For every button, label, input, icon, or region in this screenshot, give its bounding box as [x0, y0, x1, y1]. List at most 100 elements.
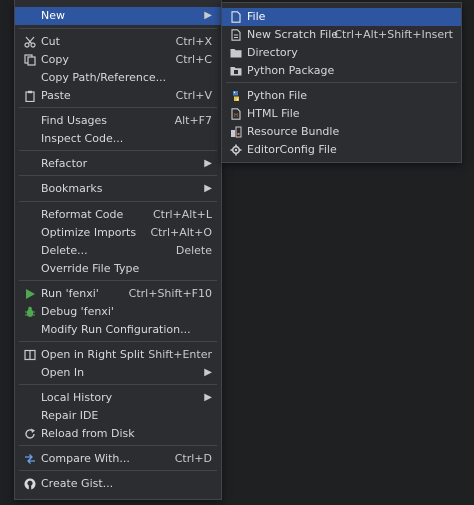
separator — [19, 280, 217, 281]
menu-item-cut[interactable]: Cut Ctrl+X — [15, 33, 221, 51]
submenu-item-python-file[interactable]: Python File — [222, 87, 461, 105]
bug-icon — [25, 306, 35, 317]
submenu-item-directory[interactable]: Directory — [222, 44, 461, 62]
menu-item-debug[interactable]: Debug 'fenxi' — [15, 303, 221, 321]
shortcut-label: Ctrl+Shift+F10 — [128, 287, 212, 300]
menu-item-repair-ide[interactable]: Repair IDE — [15, 407, 221, 425]
resource-bundle-icon — [231, 126, 242, 138]
menu-item-copy-path[interactable]: Copy Path/Reference... — [15, 69, 221, 87]
menu-item-label: Override File Type — [41, 262, 140, 275]
submenu-item-label: New Scratch File — [247, 28, 339, 41]
reload-icon — [25, 428, 35, 439]
submenu-item-label: File — [247, 10, 266, 23]
submenu-item-html-file[interactable]: H HTML File — [222, 105, 461, 123]
shortcut-label: Ctrl+D — [174, 452, 212, 465]
chevron-right-icon: ▶ — [204, 183, 212, 194]
scissors-icon — [24, 36, 36, 48]
separator — [19, 150, 217, 151]
submenu-item-label: Directory — [247, 46, 298, 59]
python-icon — [233, 91, 239, 101]
menu-item-delete[interactable]: Delete... Delete — [15, 242, 221, 260]
menu-item-label: Reformat Code — [41, 208, 124, 221]
menu-item-open-right-split[interactable]: Open in Right Split Shift+Enter — [15, 346, 221, 364]
separator — [19, 470, 217, 471]
shortcut-label: Ctrl+X — [175, 35, 212, 48]
menu-item-label: Compare With... — [41, 452, 130, 465]
menu-item-reload-from-disk[interactable]: Reload from Disk — [15, 425, 221, 443]
menu-item-label: Paste — [41, 89, 71, 102]
menu-item-local-history[interactable]: Local History ▶ — [15, 389, 221, 407]
menu-item-find-usages[interactable]: Find Usages Alt+F7 — [15, 112, 221, 130]
separator — [19, 341, 217, 342]
menu-item-label: Copy Path/Reference... — [41, 71, 167, 84]
svg-text:H: H — [234, 113, 238, 119]
copy-icon — [24, 54, 36, 66]
menu-item-label: Find Usages — [41, 114, 108, 127]
menu-item-bookmarks[interactable]: Bookmarks ▶ — [15, 180, 221, 198]
submenu-item-resource-bundle[interactable]: Resource Bundle — [222, 123, 461, 141]
gear-icon — [230, 144, 242, 156]
chevron-right-icon: ▶ — [204, 10, 212, 21]
menu-item-label: Modify Run Configuration... — [41, 323, 191, 336]
separator — [19, 175, 217, 176]
menu-item-label: Refactor — [41, 157, 88, 170]
submenu-item-label: Python File — [247, 89, 308, 102]
menu-item-label: New — [41, 9, 65, 22]
menu-item-open-in[interactable]: Open In ▶ — [15, 364, 221, 382]
compare-icon — [25, 454, 35, 464]
menu-item-modify-run-config[interactable]: Modify Run Configuration... — [15, 321, 221, 339]
menu-item-override-file-type[interactable]: Override File Type — [15, 260, 221, 278]
menu-item-new[interactable]: New ▶ — [15, 7, 221, 25]
submenu-item-file[interactable]: File — [222, 8, 461, 26]
context-menu: New ▶ Cut Ctrl+X Copy Ctrl+C Copy Path/R… — [14, 0, 222, 500]
menu-item-label: Run 'fenxi' — [41, 287, 99, 300]
split-icon — [24, 349, 36, 361]
submenu-item-label: Resource Bundle — [247, 125, 340, 138]
package-folder-icon — [230, 67, 242, 76]
shortcut-label: Ctrl+Alt+L — [152, 208, 212, 221]
html-file-icon: H — [231, 108, 241, 120]
menu-item-compare-with[interactable]: Compare With... Ctrl+D — [15, 450, 221, 468]
menu-item-inspect-code[interactable]: Inspect Code... — [15, 130, 221, 148]
chevron-right-icon: ▶ — [204, 367, 212, 378]
menu-item-label: Optimize Imports — [41, 226, 137, 239]
menu-item-label: Open In — [41, 366, 85, 379]
play-icon — [26, 289, 35, 299]
clipboard-icon — [25, 90, 35, 102]
separator — [226, 82, 457, 83]
menu-item-label: Reload from Disk — [41, 427, 135, 440]
shortcut-label: Alt+F7 — [174, 114, 212, 127]
scratch-file-icon — [231, 29, 241, 41]
menu-item-label: Copy — [41, 53, 69, 66]
menu-item-create-gist[interactable]: Create Gist... — [15, 475, 221, 493]
submenu-item-python-package[interactable]: Python Package — [222, 62, 461, 80]
submenu-item-editorconfig-file[interactable]: EditorConfig File — [222, 141, 461, 159]
menu-item-copy[interactable]: Copy Ctrl+C — [15, 51, 221, 69]
shortcut-label: Delete — [175, 244, 212, 257]
new-submenu: File New Scratch File Ctrl+Alt+Shift+Ins… — [221, 2, 462, 163]
shortcut-label: Ctrl+V — [175, 89, 212, 102]
menu-item-label: Create Gist... — [41, 477, 114, 490]
shortcut-label: Ctrl+C — [175, 53, 212, 66]
shortcut-label: Ctrl+Alt+Shift+Insert — [334, 28, 453, 41]
separator — [19, 445, 217, 446]
menu-item-label: Cut — [41, 35, 60, 48]
submenu-item-label: Python Package — [247, 64, 335, 77]
menu-item-reformat-code[interactable]: Reformat Code Ctrl+Alt+L — [15, 206, 221, 224]
menu-item-refactor[interactable]: Refactor ▶ — [15, 155, 221, 173]
menu-item-label: Open in Right Split — [41, 348, 145, 361]
submenu-item-label: HTML File — [247, 107, 300, 120]
folder-icon — [230, 49, 242, 58]
menu-item-optimize-imports[interactable]: Optimize Imports Ctrl+Alt+O — [15, 224, 221, 242]
chevron-right-icon: ▶ — [204, 392, 212, 403]
separator — [19, 384, 217, 385]
menu-item-label: Inspect Code... — [41, 132, 124, 145]
separator — [19, 28, 217, 29]
menu-item-label: Local History — [41, 391, 113, 404]
menu-item-paste[interactable]: Paste Ctrl+V — [15, 87, 221, 105]
submenu-item-new-scratch-file[interactable]: New Scratch File Ctrl+Alt+Shift+Insert — [222, 26, 461, 44]
menu-item-label: Bookmarks — [41, 182, 103, 195]
submenu-item-label: EditorConfig File — [247, 143, 337, 156]
menu-item-run[interactable]: Run 'fenxi' Ctrl+Shift+F10 — [15, 285, 221, 303]
chevron-right-icon: ▶ — [204, 158, 212, 169]
